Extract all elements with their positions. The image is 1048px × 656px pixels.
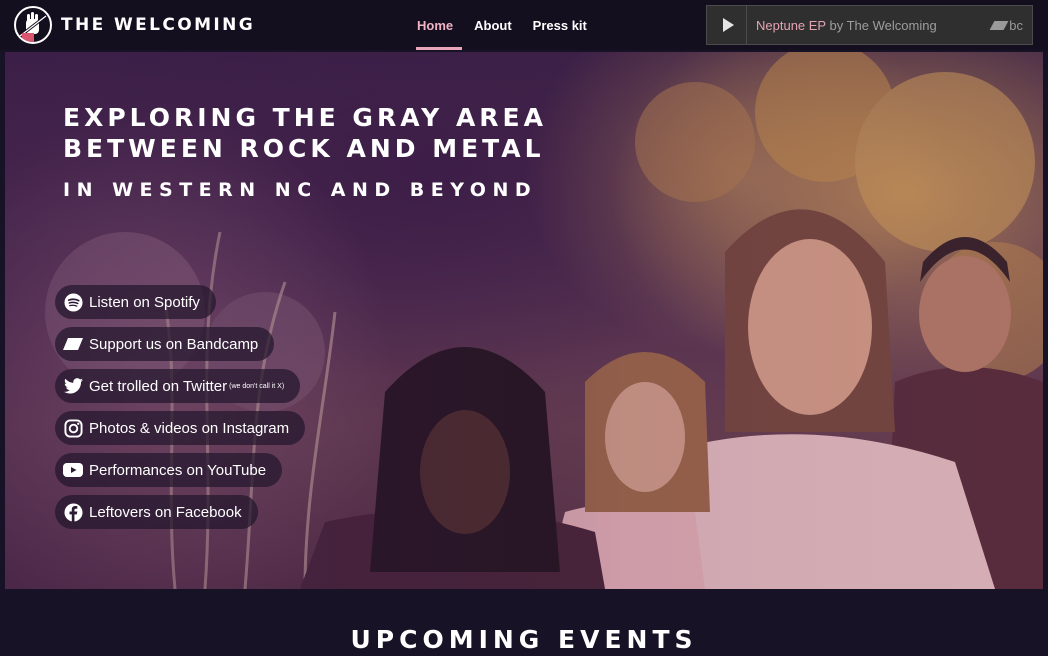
facebook-icon [63,502,83,522]
link-bandcamp-label: Support us on Bandcamp [89,335,259,353]
link-spotify-label: Listen on Spotify [89,293,200,311]
bandcamp-logo[interactable]: bc [989,18,1023,33]
play-button[interactable] [707,6,747,44]
link-twitter[interactable]: Get trolled on Twitter (we don't call it… [55,369,301,403]
link-twitter-note: (we don't call it X) [229,382,285,390]
youtube-icon [63,460,83,480]
nav-home[interactable]: Home [408,0,463,50]
spotify-icon [63,292,83,312]
bandcamp-icon [63,334,83,354]
hero-headline-line2: BETWEEN ROCK AND METAL [63,134,545,163]
nav-about[interactable]: About [465,0,521,50]
link-spotify[interactable]: Listen on Spotify [55,285,216,319]
link-instagram-label: Photos & videos on Instagram [89,419,290,437]
main-nav: Home About Press kit [408,0,599,50]
site-header: THE WELCOMING Home About Press kit Neptu… [0,0,1048,50]
brand-name: THE WELCOMING [61,15,256,35]
link-twitter-label: Get trolled on Twitter [89,377,228,395]
link-youtube-label: Performances on YouTube [89,461,267,479]
bandcamp-player: Neptune EP by The Welcoming bc [706,5,1033,45]
brand[interactable]: THE WELCOMING [14,6,255,44]
bandcamp-icon [989,21,1009,30]
instagram-icon [63,418,83,438]
hero-headline: EXPLORING THE GRAY AREA BETWEEN ROCK AND… [63,102,547,164]
upcoming-events-heading: UPCOMING EVENTS [350,625,698,654]
link-facebook-label: Leftovers on Facebook [89,503,242,521]
social-links: Listen on Spotify Support us on Bandcamp… [55,285,306,537]
link-instagram[interactable]: Photos & videos on Instagram [55,411,306,445]
hero-section: EXPLORING THE GRAY AREA BETWEEN ROCK AND… [5,52,1043,589]
link-youtube[interactable]: Performances on YouTube [55,453,283,487]
hero-headline-line1: EXPLORING THE GRAY AREA [63,103,547,132]
player-track-title[interactable]: Neptune EP by The Welcoming [756,18,937,33]
nav-press-kit[interactable]: Press kit [524,0,596,50]
link-facebook[interactable]: Leftovers on Facebook [55,495,258,529]
play-icon [722,18,734,32]
player-artist: by The Welcoming [829,17,937,33]
link-bandcamp[interactable]: Support us on Bandcamp [55,327,275,361]
hero-subline: IN WESTERN NC AND BEYOND [63,179,538,201]
bandcamp-badge-text: bc [1009,18,1023,33]
player-album: Neptune EP [756,17,826,33]
twitter-icon [63,376,83,396]
band-logo-icon [14,6,52,44]
